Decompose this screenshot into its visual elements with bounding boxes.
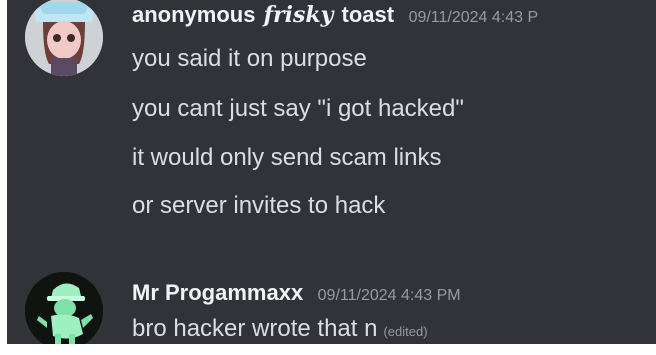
message-text: you said it on purpose (132, 45, 367, 72)
username[interactable]: anonymous frisky toast (132, 2, 394, 28)
message-timestamp: 09/11/2024 4:43 P (408, 9, 539, 26)
username-part-1: anonymous (132, 2, 256, 27)
username-part-2: toast (341, 2, 395, 27)
username-stylized-part: frisky (263, 2, 334, 28)
edited-label: (edited) (383, 324, 428, 339)
message-text: you cant just say "i got hacked" (132, 95, 464, 122)
message-text: bro hacker wrote that n (edited) (132, 315, 428, 343)
message-text-content: bro hacker wrote that n (132, 315, 378, 342)
chat-messages-panel: anonymous frisky toast 09/11/2024 4:43 P… (7, 0, 656, 344)
message-timestamp: 09/11/2024 4:43 PM (317, 287, 461, 304)
message-header: anonymous frisky toast 09/11/2024 4:43 P (132, 2, 538, 28)
message-text: it would only send scam links (132, 144, 442, 171)
message-header: Mr Progammaxx 09/11/2024 4:43 PM (132, 280, 461, 306)
user-avatar[interactable] (25, 272, 103, 344)
message-text: or server invites to hack (132, 192, 386, 219)
avatar-green-character-icon (25, 272, 103, 344)
username[interactable]: Mr Progammaxx (132, 280, 303, 306)
user-avatar[interactable] (25, 0, 103, 76)
avatar-girl-hat-icon (25, 0, 103, 76)
